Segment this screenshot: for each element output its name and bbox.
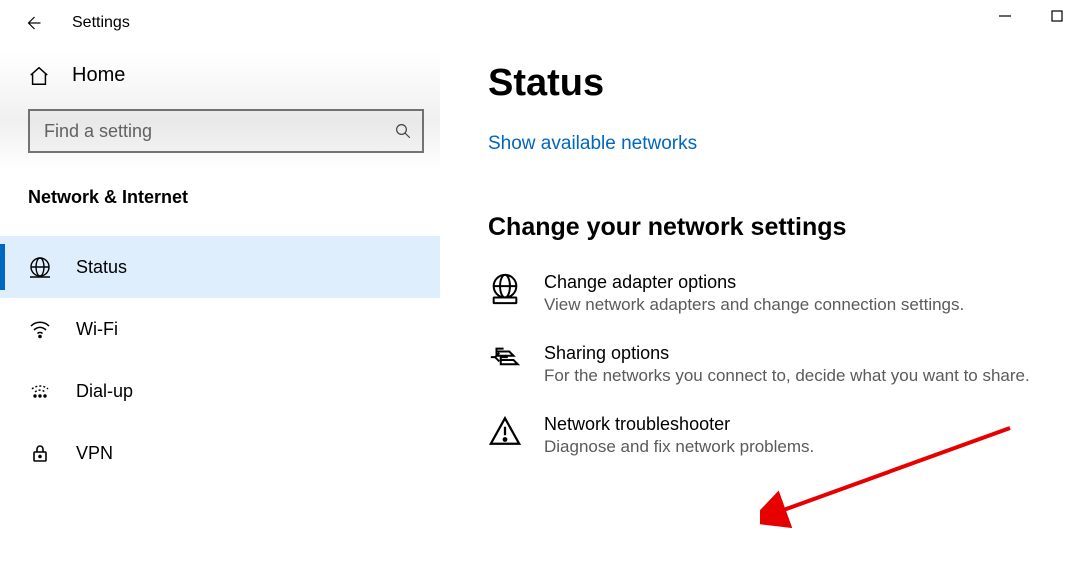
globe-icon xyxy=(28,255,52,279)
sidebar-nav: Status Wi-Fi Dial-up VPN xyxy=(0,216,440,484)
app-title: Settings xyxy=(72,14,130,32)
option-adapter[interactable]: Change adapter options View network adap… xyxy=(488,272,1060,315)
sharing-icon xyxy=(488,343,522,377)
sidebar-item-wifi[interactable]: Wi-Fi xyxy=(0,298,440,360)
option-desc: For the networks you connect to, decide … xyxy=(544,366,1030,386)
window-maximize[interactable] xyxy=(1044,6,1070,26)
sidebar-home-label: Home xyxy=(72,64,125,87)
home-icon xyxy=(28,65,50,87)
vpn-icon xyxy=(28,441,52,465)
option-label: Network troubleshooter xyxy=(544,414,814,435)
link-show-networks[interactable]: Show available networks xyxy=(488,133,697,155)
dialup-icon xyxy=(28,379,52,403)
sidebar-item-label: Dial-up xyxy=(76,381,133,402)
option-label: Sharing options xyxy=(544,343,1030,364)
sidebar-item-dialup[interactable]: Dial-up xyxy=(0,360,440,422)
option-desc: View network adapters and change connect… xyxy=(544,295,964,315)
main-content: Status Show available networks Change yo… xyxy=(440,0,1080,561)
adapter-icon xyxy=(488,272,522,306)
page-title: Status xyxy=(488,62,1060,105)
warning-icon xyxy=(488,414,522,448)
sidebar-category: Network & Internet xyxy=(0,153,440,216)
section-title: Change your network settings xyxy=(488,213,1060,242)
search-box[interactable] xyxy=(28,109,424,153)
sidebar-item-label: VPN xyxy=(76,443,113,464)
back-icon[interactable] xyxy=(24,14,44,32)
option-sharing[interactable]: Sharing options For the networks you con… xyxy=(488,343,1060,386)
option-label: Change adapter options xyxy=(544,272,964,293)
option-troubleshooter[interactable]: Network troubleshooter Diagnose and fix … xyxy=(488,414,1060,457)
sidebar-item-status[interactable]: Status xyxy=(0,236,440,298)
sidebar-home[interactable]: Home xyxy=(0,46,440,105)
sidebar-item-label: Status xyxy=(76,257,127,278)
search-input[interactable] xyxy=(42,120,394,143)
settings-sidebar: Settings Home Network & Internet Status xyxy=(0,0,440,561)
titlebar: Settings xyxy=(0,8,440,46)
search-icon xyxy=(394,122,412,140)
sidebar-item-vpn[interactable]: VPN xyxy=(0,422,440,484)
wifi-icon xyxy=(28,317,52,341)
sidebar-item-label: Wi-Fi xyxy=(76,319,118,340)
option-desc: Diagnose and fix network problems. xyxy=(544,437,814,457)
window-minimize[interactable] xyxy=(992,6,1018,26)
